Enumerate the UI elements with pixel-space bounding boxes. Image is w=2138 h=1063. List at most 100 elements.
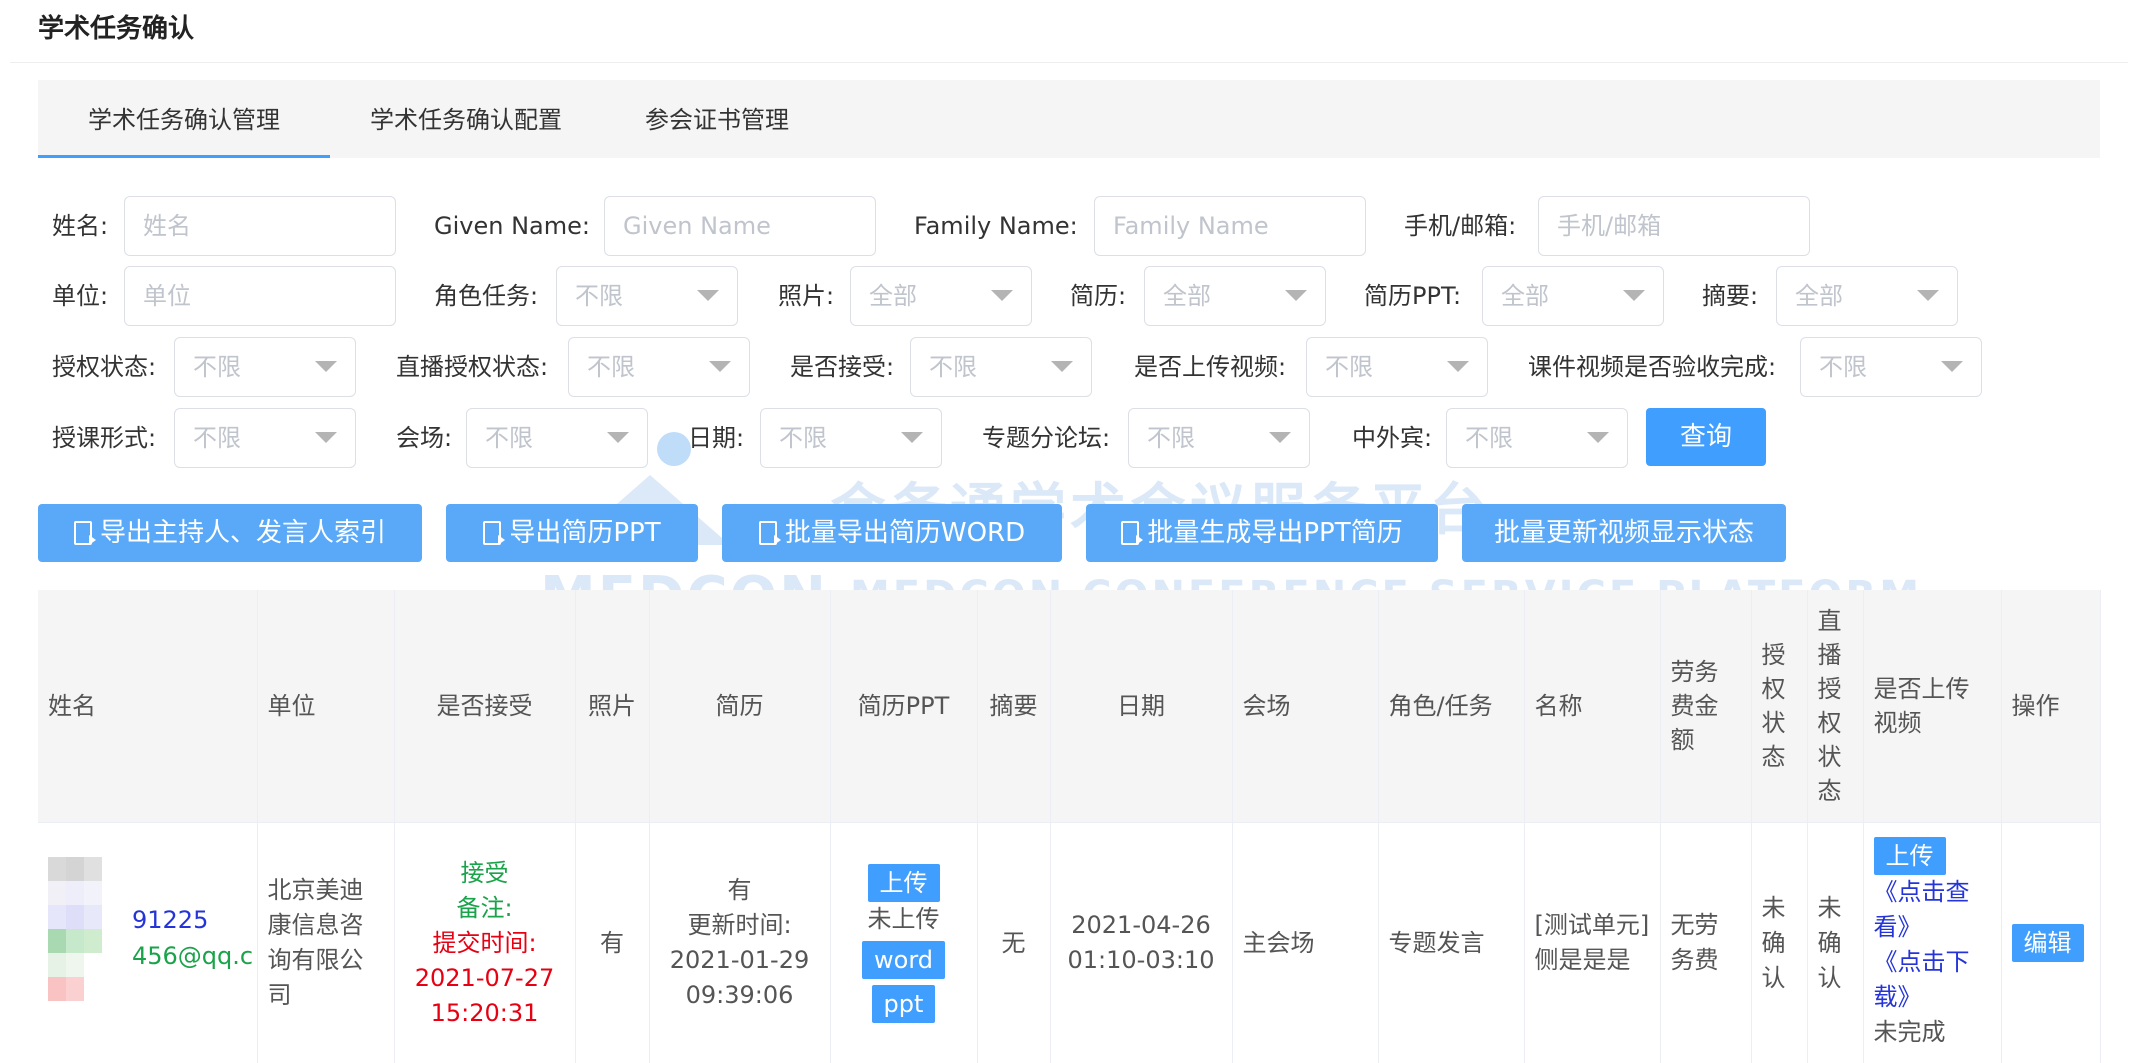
batch-export-resume-word-button[interactable]: 批量导出简历WORD [722,504,1062,562]
lecture-form-select[interactable]: 不限 [174,408,356,468]
chevron-down-icon [1917,290,1939,301]
remark-label: 备注: [405,891,565,926]
cell-resume: 有 更新时间: 2021-01-29 09:39:06 [649,823,830,1063]
chevron-down-icon [1051,361,1073,372]
query-button[interactable]: 查询 [1646,408,1766,466]
video-view-link[interactable]: 《点击查看》 [1874,875,1991,945]
photo-label: 照片: [778,266,834,326]
tab-task-confirm-manage[interactable]: 学术任务确认管理 [38,80,330,158]
cell-auth: 未确认 [1751,823,1807,1063]
lecture-form-value: 不限 [193,409,241,467]
photo-value: 全部 [869,267,917,325]
video-checked-select[interactable]: 不限 [1800,337,1982,397]
date-select[interactable]: 不限 [760,408,942,468]
cell-unit: 北京美迪康信息咨询有限公司 [257,823,394,1063]
role-task-value: 不限 [575,267,623,325]
cell-date: 2021-04-26 01:10-03:10 [1050,823,1232,1063]
name-input[interactable] [124,196,396,256]
video-upload-button[interactable]: 上传 [1874,837,1946,875]
cell-abstract: 无 [977,823,1050,1063]
cell-photo: 有 [575,823,649,1063]
ppt-upload-button[interactable]: 上传 [868,864,940,902]
tab-certificate-manage[interactable]: 参会证书管理 [602,80,832,158]
cell-video: 上传 《点击查看》 《点击下载》 未完成 [1863,823,2001,1063]
col-header-auth: 授权状态 [1751,590,1807,823]
venue-value: 不限 [485,409,533,467]
abstract-select[interactable]: 全部 [1776,266,1958,326]
col-header-fee: 劳务费金额 [1660,590,1751,823]
contact-label: 手机/邮箱: [1404,196,1516,256]
chevron-down-icon [1587,432,1609,443]
given-name-input[interactable] [604,196,876,256]
export-host-speaker-index-button[interactable]: 导出主持人、发言人索引 [38,504,422,562]
chevron-down-icon [607,432,629,443]
video-download-link[interactable]: 《点击下载》 [1874,945,1991,1015]
venue-select[interactable]: 不限 [466,408,648,468]
live-auth-status-select[interactable]: 不限 [568,337,750,397]
edit-button[interactable]: 编辑 [2012,924,2084,962]
submit-time-label: 提交时间: [405,926,565,961]
export-host-speaker-index-label: 导出主持人、发言人索引 [100,518,386,548]
forum-value: 不限 [1147,409,1195,467]
chevron-down-icon [697,290,719,301]
page-title: 学术任务确认 [38,8,194,45]
table-row: 91225 456@qq.c 北京美迪康信息咨询有限公司 接受 备注: 提交时间… [38,823,2100,1063]
ppt-ppt-button[interactable]: ppt [872,985,936,1023]
cell-venue: 主会场 [1232,823,1378,1063]
auth-status-select[interactable]: 不限 [174,337,356,397]
col-header-accepted: 是否接受 [394,590,575,823]
venue-label: 会场: [396,408,452,468]
forum-select[interactable]: 不限 [1128,408,1310,468]
resume-status: 有 [660,873,820,908]
resume-select[interactable]: 全部 [1144,266,1326,326]
cell-fee: 无劳务费 [1660,823,1751,1063]
resume-ppt-select[interactable]: 全部 [1482,266,1664,326]
batch-generate-ppt-resume-button[interactable]: 批量生成导出PPT简历 [1086,504,1438,562]
video-uploaded-select[interactable]: 不限 [1306,337,1488,397]
document-export-icon [483,521,501,545]
family-name-input[interactable] [1094,196,1366,256]
email-address: 456@qq.c [132,939,253,974]
chevron-down-icon [1941,361,1963,372]
accepted-value: 不限 [929,338,977,396]
abstract-value: 全部 [1795,267,1843,325]
guest-type-value: 不限 [1465,409,1513,467]
chevron-down-icon [1623,290,1645,301]
accepted-select[interactable]: 不限 [910,337,1092,397]
unit-input[interactable] [124,266,396,326]
video-checked-value: 不限 [1819,338,1867,396]
video-status: 未完成 [1874,1015,1991,1050]
col-header-video: 是否上传视频 [1863,590,2001,823]
chevron-down-icon [1269,432,1291,443]
chevron-down-icon [1285,290,1307,301]
col-header-resume: 简历 [649,590,830,823]
tab-task-confirm-config[interactable]: 学术任务确认配置 [330,80,602,158]
role-task-select[interactable]: 不限 [556,266,738,326]
avatar-mosaic [48,857,120,1001]
chevron-down-icon [315,361,337,372]
ppt-word-button[interactable]: word [862,941,945,979]
cell-live-auth: 未确认 [1807,823,1863,1063]
family-name-label: Family Name: [914,196,1078,256]
contact-input[interactable] [1538,196,1810,256]
phone-number: 91225 [132,903,208,938]
col-header-actions: 操作 [2001,590,2100,823]
batch-export-resume-word-label: 批量导出简历WORD [785,518,1025,548]
ppt-status: 未上传 [841,902,967,937]
photo-select[interactable]: 全部 [850,266,1032,326]
resume-ppt-value: 全部 [1501,267,1549,325]
col-header-abstract: 摘要 [977,590,1050,823]
export-resume-ppt-label: 导出简历PPT [509,518,660,548]
decorative-dot [657,432,691,466]
guest-type-select[interactable]: 不限 [1446,408,1628,468]
resume-label: 简历: [1070,266,1126,326]
name-label: 姓名: [52,196,108,256]
resume-ppt-label: 简历PPT: [1364,266,1461,326]
chevron-down-icon [709,361,731,372]
batch-update-video-status-button[interactable]: 批量更新视频显示状态 [1462,504,1786,562]
cell-actions: 编辑 [2001,823,2100,1063]
resume-update-time: 2021-01-29 09:39:06 [660,943,820,1013]
export-resume-ppt-button[interactable]: 导出简历PPT [446,504,698,562]
chevron-down-icon [901,432,923,443]
chevron-down-icon [1447,361,1469,372]
